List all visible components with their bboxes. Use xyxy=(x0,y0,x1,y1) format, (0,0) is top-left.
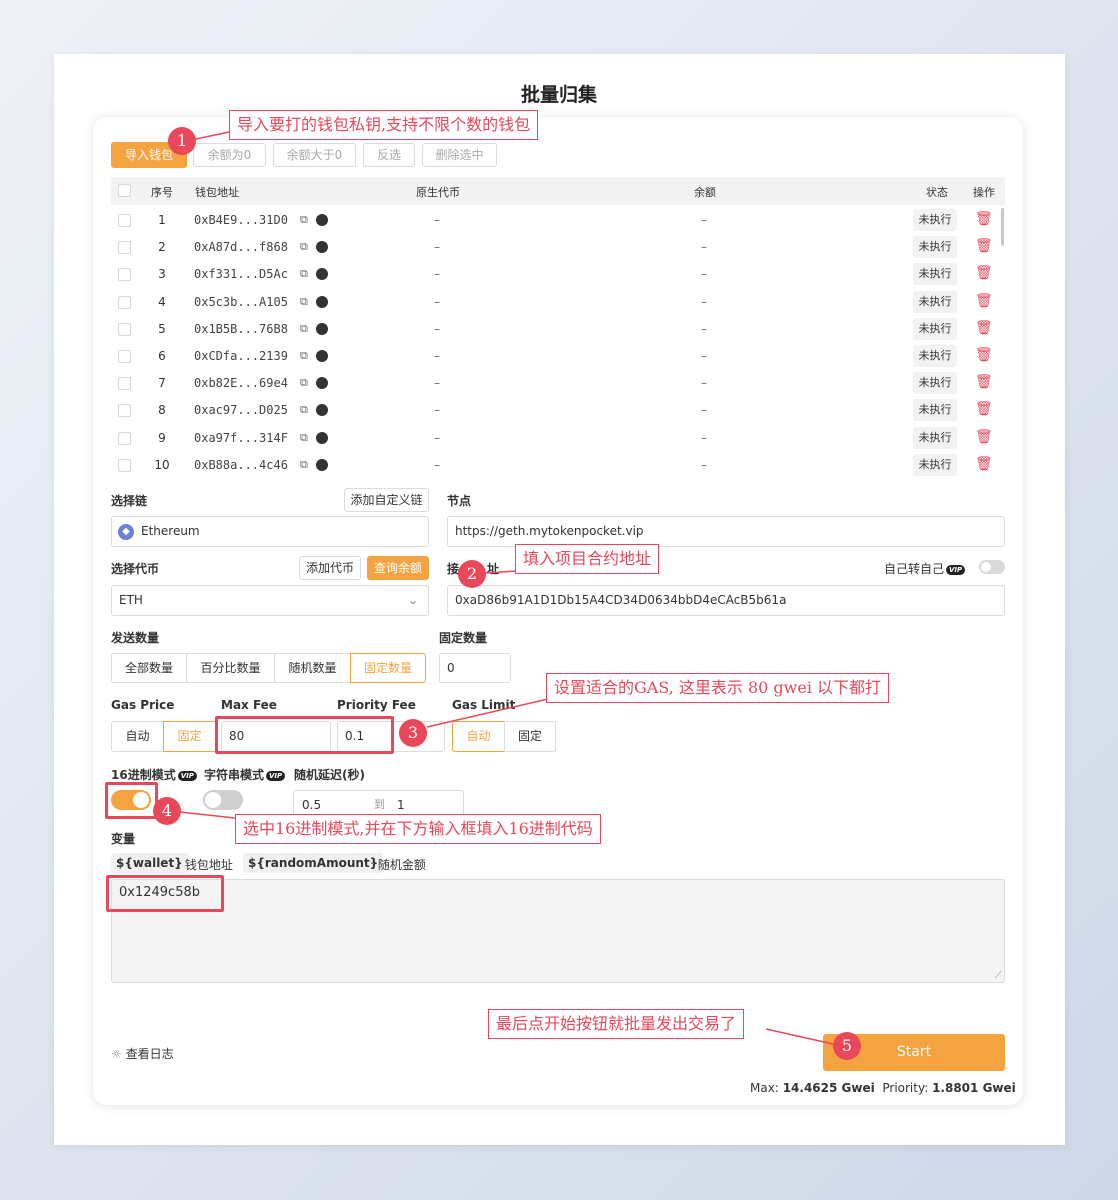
annotation-3-text: 设置适合的GAS, 这里表示 80 gwei 以下都打 xyxy=(546,673,890,703)
highlight-data-box xyxy=(106,875,224,912)
annotation-3-badge: 3 xyxy=(399,719,427,747)
annotation-2-badge: 2 xyxy=(458,560,486,588)
highlight-gas-box xyxy=(215,716,394,754)
annotation-4-text: 选中16进制模式,并在下方输入框填入16进制代码 xyxy=(235,814,601,844)
annotation-4-badge: 4 xyxy=(153,797,181,825)
annotation-1-text: 导入要打的钱包私钥,支持不限个数的钱包 xyxy=(229,110,539,140)
annotation-2-text: 填入项目合约地址 xyxy=(515,544,660,574)
annotation-5-text: 最后点开始按钮就批量发出交易了 xyxy=(488,1009,745,1039)
annotation-5-badge: 5 xyxy=(833,1032,861,1060)
annotation-1-badge: 1 xyxy=(168,127,196,155)
highlight-hex-toggle-box xyxy=(105,782,158,819)
